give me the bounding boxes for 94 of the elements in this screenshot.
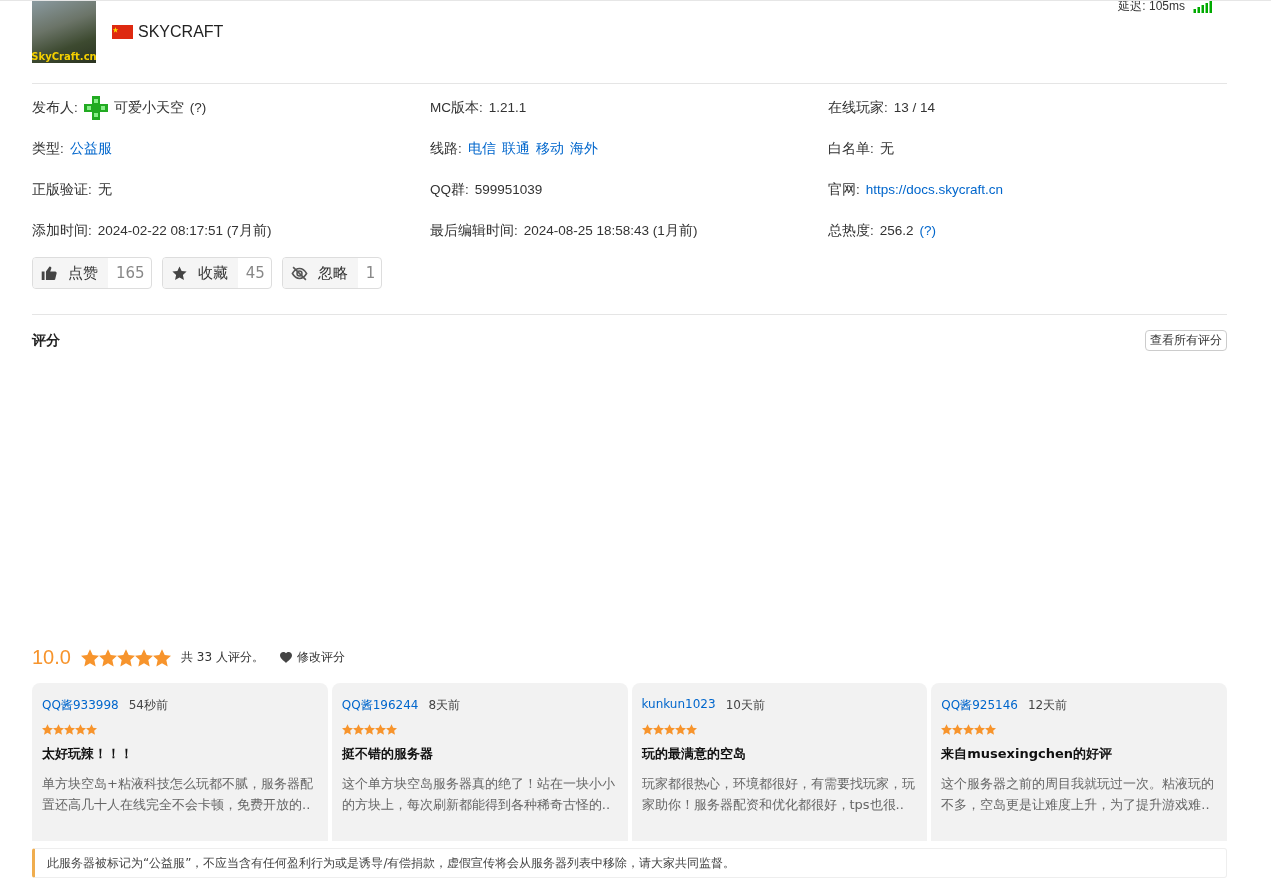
info-label: 类型: — [32, 139, 64, 158]
view-all-button[interactable]: 查看所有评分 — [1145, 330, 1227, 351]
info-link[interactable]: 海外 — [569, 139, 598, 158]
star-icon — [53, 724, 64, 735]
star-icon — [674, 724, 686, 735]
info-label: MC版本: — [430, 98, 483, 117]
action-count: 165 — [115, 263, 146, 284]
star-icon — [98, 648, 117, 667]
action-button[interactable]: 收藏 45 — [161, 257, 272, 289]
info-value: 599951039 — [474, 182, 543, 197]
info-value: 无 — [97, 180, 112, 199]
thumbs-up-icon — [41, 264, 58, 282]
info-label: 白名单: — [828, 139, 874, 158]
rating-score: 10.0 — [32, 646, 71, 669]
info-link[interactable]: 联通 — [501, 139, 530, 158]
star-icon — [385, 724, 397, 735]
heart-icon — [279, 652, 292, 663]
reviewer-link[interactable]: QQ酱196244 — [341, 697, 419, 714]
star-icon — [374, 724, 386, 735]
info-link[interactable]: (?) — [919, 223, 937, 238]
info-label: 线路: — [430, 139, 462, 158]
action-button[interactable]: 点赞 165 — [32, 257, 152, 289]
reviewer-link[interactable]: QQ酱933998 — [42, 697, 119, 714]
rating-summary: 共 33 人评分。 — [180, 649, 264, 666]
star-icon — [352, 724, 364, 735]
info-link[interactable]: 电信 — [467, 139, 496, 158]
review-text: 这个单方块空岛服务器真的绝了！站在一块小小的方块上，每次刷新都能得到各种稀奇古怪的.. — [341, 775, 616, 814]
edit-rating-link[interactable]: 修改评分 — [279, 649, 345, 666]
info-label: 总热度: — [828, 221, 874, 240]
info-value: 无 — [879, 139, 894, 158]
star-icon — [170, 264, 188, 282]
reviewer-link[interactable]: kunkun1023 — [641, 697, 716, 714]
star-icon — [42, 724, 53, 735]
publisher-name: 可爱小天空 — [113, 98, 184, 117]
star-icon — [974, 724, 986, 735]
info-value: 1.21.1 — [488, 100, 527, 115]
info-label: 官网: — [828, 180, 860, 199]
section-title: 评分 — [32, 331, 60, 350]
info-value: 13 / 14 — [893, 100, 936, 115]
notice-text: 此服务器被标记为“公益服”，不应当含有任何盈利行为或是诱导/有偿捐款，虚假宣传将会从服务器列表中移除，请大家共同监督。 — [47, 856, 736, 870]
action-label: 收藏 — [197, 263, 228, 283]
flag-icon — [112, 25, 133, 39]
star-icon — [341, 724, 353, 735]
star-icon — [985, 724, 997, 735]
action-button[interactable]: 忽略 1 — [281, 257, 383, 289]
logo-caption: SkyCraft.cn — [31, 51, 97, 63]
star-icon — [363, 724, 375, 735]
review-time: 10天前 — [725, 697, 765, 714]
review-text: 单方块空岛+粘液科技怎么玩都不腻，服务器配置还高几十人在线完全不会卡顿，免费开放的.. — [42, 775, 314, 814]
star-icon — [652, 724, 664, 735]
user-avatar-icon — [83, 95, 108, 120]
review-title: 来自musexingchen的好评 — [941, 745, 1114, 763]
info-link[interactable]: 公益服 — [69, 139, 112, 158]
star-icon — [641, 724, 653, 735]
star-icon — [80, 648, 99, 667]
star-icon — [86, 724, 97, 735]
review-title: 挺不错的服务器 — [341, 745, 434, 763]
review-time: 8天前 — [428, 697, 461, 714]
info-label: 添加时间: — [32, 221, 92, 240]
info-link[interactable]: https://docs.skycraft.cn — [865, 182, 1004, 197]
info-value: (?) — [189, 100, 207, 115]
review-text: 这个服务器之前的周目我就玩过一次。粘液玩的不多，空岛更是让难度上升，为了提升游戏难.. — [941, 775, 1216, 814]
star-icon — [685, 724, 697, 735]
review-title: 玩的最满意的空岛 — [641, 745, 747, 763]
server-name: SKYCRAFT — [138, 23, 224, 41]
info-value: 2024-08-25 18:58:43 (1月前) — [523, 221, 698, 240]
reviewer-link[interactable]: QQ酱925146 — [941, 697, 1018, 714]
star-icon — [134, 648, 153, 667]
action-label: 点赞 — [68, 263, 98, 283]
info-label: 在线玩家: — [828, 98, 888, 117]
signal-icon — [1193, 1, 1213, 13]
action-count: 1 — [364, 263, 377, 284]
star-icon — [941, 724, 953, 735]
star-icon — [663, 724, 675, 735]
review-title: 太好玩辣！！！ — [42, 745, 134, 763]
info-label: QQ群: — [430, 180, 469, 199]
info-value: 256.2 — [879, 223, 914, 238]
review-text: 玩家都很热心，环境都很好，有需要找玩家，玩家助你！服务器配资和优化都很好，tps也很.. — [641, 775, 916, 814]
action-label: 忽略 — [317, 263, 348, 283]
info-label: 最后编辑时间: — [430, 221, 518, 240]
action-count: 45 — [244, 263, 266, 284]
star-icon — [75, 724, 86, 735]
star-icon — [152, 648, 171, 667]
info-label: 发布人: — [32, 98, 78, 117]
info-link[interactable]: 移动 — [535, 139, 564, 158]
info-value: 2024-02-22 08:17:51 (7月前) — [97, 221, 272, 240]
review-time: 54秒前 — [128, 697, 168, 714]
eye-slash-icon — [290, 264, 308, 282]
info-label: 正版验证: — [32, 180, 92, 199]
star-icon — [116, 648, 135, 667]
review-time: 12天前 — [1027, 697, 1068, 714]
star-icon — [64, 724, 75, 735]
star-icon — [952, 724, 964, 735]
star-icon — [963, 724, 975, 735]
